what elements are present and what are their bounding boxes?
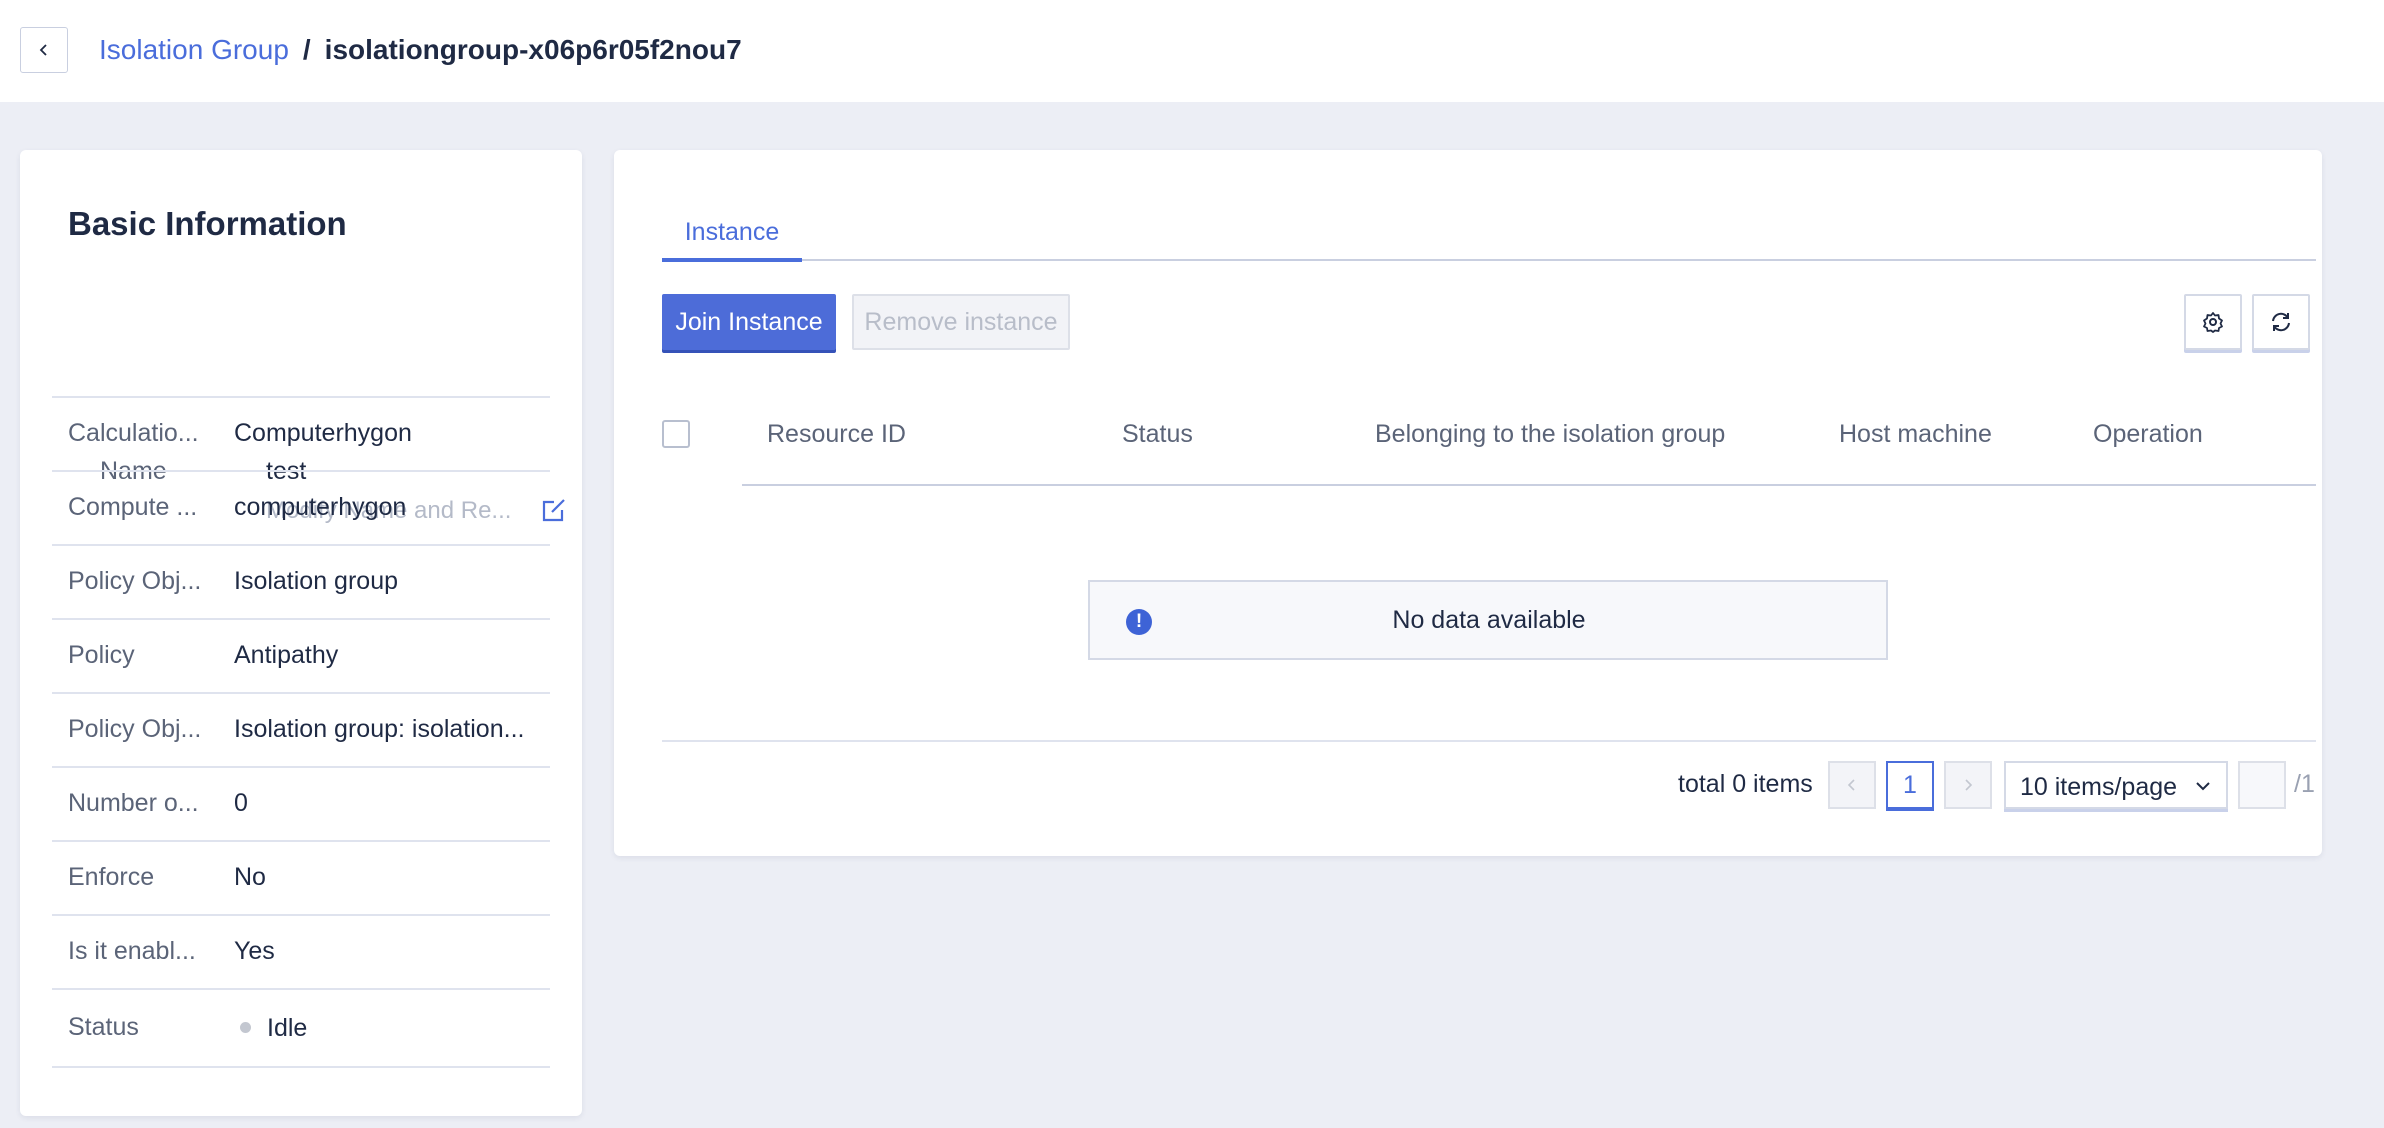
info-label: Calculatio... [68, 419, 199, 447]
total-pages: /1 [2294, 770, 2315, 798]
status-text: Idle [267, 1014, 308, 1042]
info-label: Number o... [68, 789, 199, 817]
empty-text: No data available [1392, 606, 1586, 634]
select-all-checkbox[interactable] [662, 420, 690, 448]
info-row-status: Status Idle [52, 990, 550, 1068]
info-label: Policy Obj... [68, 567, 202, 595]
info-value: Computerhygon [234, 419, 412, 447]
page-number-button[interactable]: 1 [1886, 761, 1934, 809]
column-header-resource-id: Resource ID [767, 420, 906, 448]
page-jump-input[interactable] [2238, 761, 2286, 809]
info-row-name: Name test Modify Name and Re... [52, 300, 565, 524]
remove-instance-button[interactable]: Remove instance [852, 294, 1070, 350]
chevron-down-icon [2196, 782, 2210, 791]
page-header: Isolation Group / isolationgroup-x06p6r0… [0, 0, 2384, 102]
info-value: 0 [234, 789, 248, 817]
info-row-compute: Compute ... computerhygon [52, 472, 550, 546]
info-label: Policy Obj... [68, 715, 202, 743]
card-title: Basic Information [68, 205, 347, 242]
breadcrumb-separator: / [302, 34, 311, 65]
back-button[interactable] [20, 27, 68, 73]
info-row-number: Number o... 0 [52, 768, 550, 842]
table-footer-divider [662, 740, 2316, 742]
join-instance-button[interactable]: Join Instance [662, 294, 836, 350]
info-row-calculation: Calculatio... Computerhygon [52, 398, 550, 472]
status-dot [240, 1021, 251, 1033]
column-header-isolation-group: Belonging to the isolation group [1375, 420, 1726, 448]
info-label: Enforce [68, 863, 155, 891]
page-title: isolationgroup-x06p6r05f2nou7 [324, 34, 742, 65]
info-value: Yes [234, 937, 275, 965]
refresh-button[interactable] [2252, 294, 2310, 350]
status-value: Idle [234, 1014, 534, 1043]
empty-state: ! No data available [1088, 580, 1888, 660]
next-page-button[interactable] [1944, 761, 1992, 809]
info-value: Isolation group [234, 567, 399, 595]
column-header-host-machine: Host machine [1839, 420, 1992, 448]
info-row-policy-object: Policy Obj... Isolation group [52, 546, 550, 620]
info-label: Status [68, 1013, 139, 1041]
info-row-policy: Policy Antipathy [52, 620, 550, 694]
settings-button[interactable] [2184, 294, 2242, 350]
info-value: Antipathy [234, 641, 339, 669]
total-items: total 0 items [1678, 770, 1813, 798]
tabs-divider [662, 259, 2316, 261]
breadcrumb-parent-link[interactable]: Isolation Group [99, 34, 289, 66]
info-label: Is it enabl... [68, 937, 196, 965]
chevron-left-icon [39, 44, 47, 56]
info-label: Policy [68, 641, 135, 669]
info-value: No [234, 863, 266, 891]
chevron-left-icon [1847, 779, 1855, 791]
chevron-right-icon [1965, 779, 1973, 791]
refresh-icon [2272, 312, 2290, 332]
basic-info-card: Basic Information Name test Modify Name … [20, 150, 582, 1116]
breadcrumb: Isolation Group / isolationgroup-x06p6r0… [99, 30, 742, 70]
info-row-enabled: Is it enabl... Yes [52, 916, 550, 990]
column-header-status: Status [1122, 420, 1193, 448]
column-header-operation: Operation [2093, 420, 2203, 448]
table-header-divider [742, 484, 2316, 486]
prev-page-button[interactable] [1828, 761, 1876, 809]
info-row-policy-object-detail: Policy Obj... Isolation group: isolation… [52, 694, 550, 768]
info-value: computerhygon [234, 493, 407, 521]
instance-panel: Instance Join Instance Remove instance R… [614, 150, 2322, 856]
info-row-enforce: Enforce No [52, 842, 550, 916]
info-label: Compute ... [68, 493, 198, 521]
gear-icon [2203, 312, 2223, 333]
tab-instance[interactable]: Instance [662, 216, 802, 262]
info-value: Isolation group: isolation... [234, 715, 525, 743]
page-size-value: 10 items/page [2020, 773, 2178, 801]
page-size-select[interactable]: 10 items/page [2004, 761, 2228, 809]
